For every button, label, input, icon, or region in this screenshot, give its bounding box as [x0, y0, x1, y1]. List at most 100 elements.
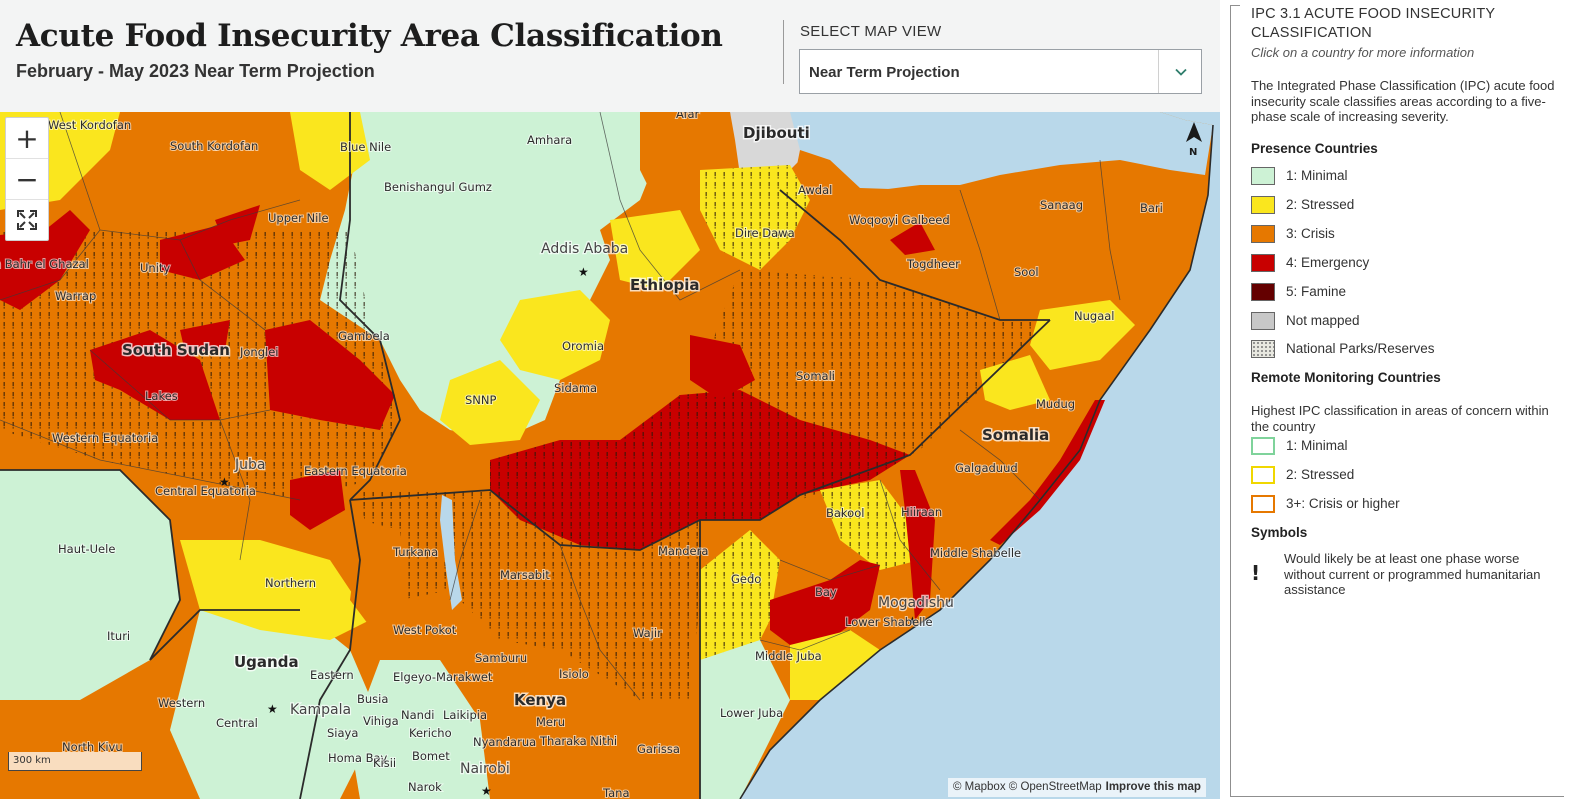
- region-label: Nandi: [401, 708, 434, 722]
- region-label: Western: [158, 696, 205, 710]
- region-label: Bakool: [826, 506, 864, 520]
- label-mogadishu: Mogadishu: [878, 595, 954, 611]
- svg-text:N: N: [1189, 147, 1197, 158]
- legend-description: The Integrated Phase Classification (IPC…: [1251, 78, 1555, 124]
- region-label: Siaya: [327, 726, 358, 740]
- region-label: Nyandarua: [473, 735, 536, 749]
- region-label: SNNP: [465, 393, 497, 407]
- label-south-sudan: South Sudan: [122, 341, 230, 359]
- region-label: Haut-Uele: [58, 542, 115, 556]
- region-label: Vihiga: [363, 714, 399, 728]
- region-label: Narok: [408, 780, 442, 794]
- label-juba: Juba: [234, 457, 265, 473]
- region-label: Kericho: [409, 726, 452, 740]
- region-label: Turkana: [392, 545, 438, 559]
- region-label: Middle Juba: [755, 649, 822, 663]
- region-label: Kisii: [373, 756, 396, 770]
- attribution-text[interactable]: © Mapbox © OpenStreetMap: [953, 781, 1102, 793]
- region-label: Jonglei: [239, 345, 278, 359]
- region-label: Upper Nile: [268, 211, 329, 225]
- fullscreen-button[interactable]: [6, 200, 48, 240]
- region-label: Ituri: [107, 629, 130, 643]
- region-label: Garissa: [637, 742, 680, 756]
- region-label: Sanaag: [1040, 198, 1083, 212]
- region-label: Marsabit: [500, 568, 550, 582]
- svg-text:★: ★: [578, 265, 589, 279]
- region-label: Middle Shabelle: [930, 546, 1021, 560]
- region-label: Isiolo: [559, 667, 589, 681]
- zoom-controls: + −: [5, 117, 49, 241]
- svg-text:★: ★: [481, 784, 492, 798]
- region-label: Awdal: [798, 183, 832, 197]
- label-djibouti: Djibouti: [743, 124, 810, 142]
- map-scale: 300 km: [8, 752, 142, 771]
- label-kampala: Kampala: [290, 702, 351, 718]
- legend-swatch: [1251, 340, 1275, 358]
- region-label: Wajir: [633, 626, 662, 640]
- map-header: Acute Food Insecurity Area Classificatio…: [0, 0, 1220, 112]
- legend-corner: [1230, 5, 1240, 6]
- map-view-label: SELECT MAP VIEW: [800, 23, 942, 40]
- zoom-in-button[interactable]: +: [6, 118, 48, 159]
- region-label: Gambela: [338, 329, 390, 343]
- chevron-down-icon: [1175, 68, 1187, 76]
- legend-swatch: [1251, 466, 1275, 484]
- region-label: Somali: [796, 369, 835, 383]
- legend-panel: IPC 3.1 ACUTE FOOD INSECURITY CLASSIFICA…: [1230, 5, 1564, 797]
- legend-swatch: [1251, 437, 1275, 455]
- region-label: Central Equatoria: [155, 484, 256, 498]
- region-label: Amhara: [527, 133, 572, 147]
- label-addis-ababa: Addis Ababa: [541, 241, 628, 257]
- map-svg[interactable]: ★ ★ ★ ★ ★ Ethiopia Somalia Kenya Uganda …: [0, 112, 1220, 799]
- region-label: Northern Bahr el Ghazal: [0, 257, 89, 271]
- map-canvas[interactable]: ★ ★ ★ ★ ★ Ethiopia Somalia Kenya Uganda …: [0, 112, 1220, 799]
- legend-hint: Click on a country for more information: [1251, 45, 1475, 60]
- region-label: Dire Dawa: [735, 226, 795, 240]
- zoom-out-button[interactable]: −: [6, 159, 48, 200]
- region-label: Eastern: [310, 668, 354, 682]
- region-label: Woqooyi Galbeed: [849, 213, 950, 227]
- legend-title: IPC 3.1 ACUTE FOOD INSECURITY CLASSIFICA…: [1251, 6, 1496, 41]
- region-label: Northern: [265, 576, 316, 590]
- legend-swatch: [1251, 495, 1275, 513]
- label-nairobi: Nairobi: [460, 761, 510, 777]
- region-label: Blue Nile: [340, 140, 391, 154]
- region-label: Bomet: [412, 749, 450, 763]
- symbol-description: Would likely be at least one phase worse…: [1284, 551, 1541, 597]
- region-label: Eastern Equatoria: [304, 464, 407, 478]
- label-uganda: Uganda: [234, 653, 299, 671]
- region-label: Warrap: [55, 289, 96, 303]
- scale-label: 300 km: [13, 755, 51, 766]
- svg-text:★: ★: [267, 702, 278, 716]
- label-somalia: Somalia: [982, 426, 1049, 444]
- legend-swatch: [1251, 312, 1275, 330]
- remote-heading: Remote Monitoring Countries: [1251, 370, 1441, 385]
- label-kenya: Kenya: [514, 691, 566, 709]
- map-view-value: Near Term Projection: [809, 64, 960, 81]
- region-label: Lower Juba: [720, 706, 783, 720]
- legend-swatch: [1251, 167, 1275, 185]
- region-label: Laikipia: [443, 708, 487, 722]
- region-label: Sidama: [554, 381, 597, 395]
- map-view-select[interactable]: Near Term Projection: [799, 49, 1202, 94]
- legend-swatch: [1251, 225, 1275, 243]
- region-label: West Kordofan: [48, 118, 131, 132]
- header-divider: [783, 20, 784, 84]
- region-label: Mandera: [658, 544, 708, 558]
- legend-swatch: [1251, 283, 1275, 301]
- remote-note: Highest IPC classification in areas of c…: [1251, 403, 1549, 434]
- region-label: Lower Shabelle: [845, 615, 933, 629]
- region-label: West Pokot: [393, 623, 457, 637]
- region-label: Western Equatoria: [52, 431, 158, 445]
- region-label: Busia: [357, 692, 388, 706]
- region-label: Mudug: [1036, 397, 1075, 411]
- improve-map-link[interactable]: Improve this map: [1106, 781, 1201, 793]
- presence-heading: Presence Countries: [1251, 141, 1378, 156]
- legend-swatch: [1251, 254, 1275, 272]
- region-label: Lakes: [145, 389, 178, 403]
- region-label: Bay: [815, 585, 837, 599]
- region-label: Bari: [1140, 201, 1163, 215]
- region-label: Afar: [676, 112, 700, 121]
- label-ethiopia: Ethiopia: [630, 276, 700, 294]
- region-label: Samburu: [475, 651, 527, 665]
